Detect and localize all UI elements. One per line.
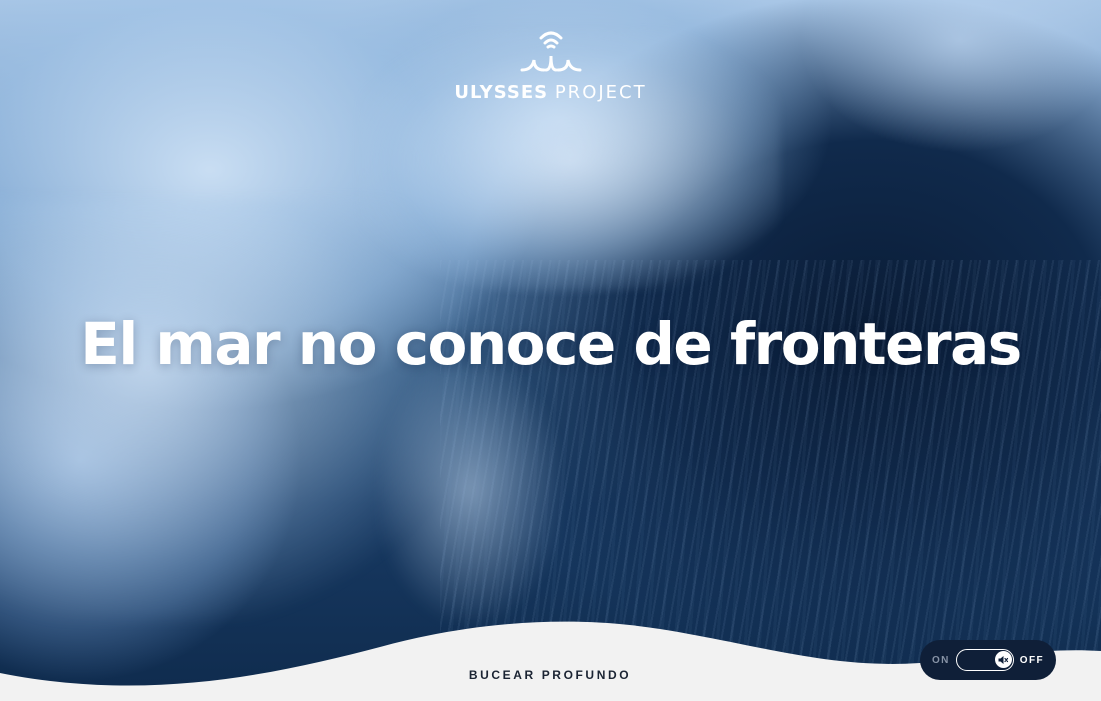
wave-spray (380, 360, 560, 620)
sound-off-label: OFF (1019, 654, 1044, 666)
logo-name-light: PROJECT (554, 82, 647, 103)
wave-spray (0, 200, 460, 620)
sound-on-label: ON (932, 654, 950, 666)
dive-deep-link[interactable]: BUCEAR PROFUNDO (400, 668, 700, 682)
site-logo[interactable]: ULYSSES PROJECT (0, 26, 1101, 103)
sound-toggle[interactable]: ON OFF (920, 640, 1056, 680)
sound-switch-knob[interactable] (994, 651, 1012, 668)
speaker-muted-icon (998, 655, 1009, 664)
wave-signal-icon (520, 31, 581, 72)
logo-name-bold: ULYSSES (454, 82, 549, 103)
sound-switch-track[interactable] (955, 649, 1014, 671)
hero-headline: El mar no conoce de fronteras (80, 310, 1022, 378)
logo-wordmark: ULYSSES PROJECT (454, 82, 646, 103)
